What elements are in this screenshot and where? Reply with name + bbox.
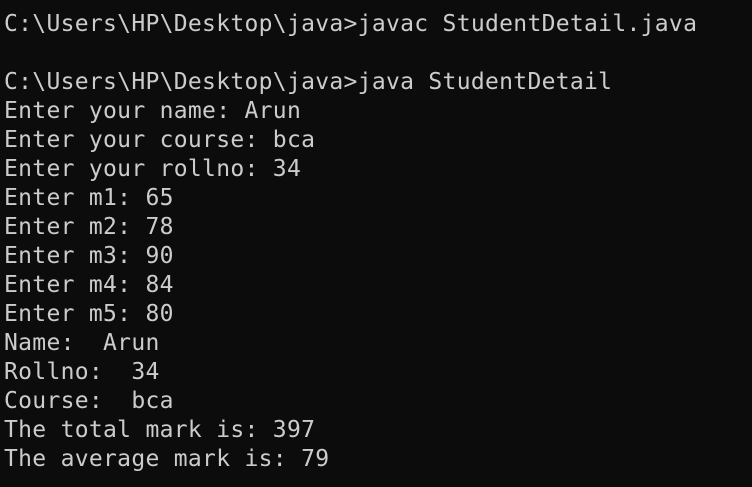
output-line-rollno-prompt: Enter your rollno: 34: [4, 156, 302, 182]
output-line-m1-prompt: Enter m1: 65: [4, 185, 174, 211]
output-line-course-prompt: Enter your course: bca: [4, 127, 316, 153]
output-line-name-prompt: Enter your name: Arun: [4, 98, 302, 124]
command-line-javac: C:\Users\HP\Desktop\java>javac StudentDe…: [4, 11, 698, 37]
output-line-average: The average mark is: 79: [4, 446, 330, 472]
output-line-m2-prompt: Enter m2: 78: [4, 214, 174, 240]
output-line-m3-prompt: Enter m3: 90: [4, 243, 174, 269]
output-line-m4-prompt: Enter m4: 84: [4, 272, 174, 298]
output-line-name: Name: Arun: [4, 330, 160, 356]
output-line-total: The total mark is: 397: [4, 417, 316, 443]
output-line-course: Course: bca: [4, 388, 174, 414]
command-line-java: C:\Users\HP\Desktop\java>java StudentDet…: [4, 69, 613, 95]
output-line-rollno: Rollno: 34: [4, 359, 160, 385]
output-line-m5-prompt: Enter m5: 80: [4, 301, 174, 327]
terminal-output[interactable]: C:\Users\HP\Desktop\java>javac StudentDe…: [0, 0, 752, 487]
